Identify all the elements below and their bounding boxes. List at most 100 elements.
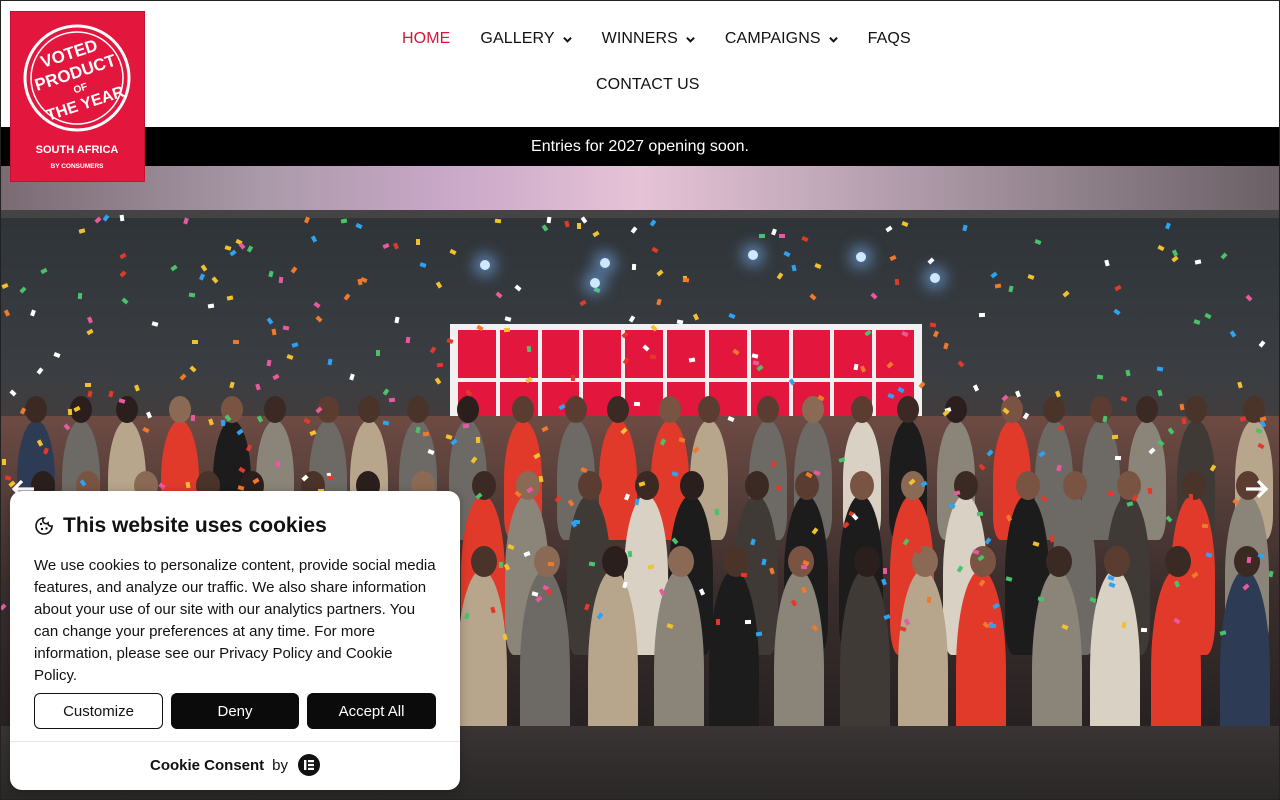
crowd-person-head	[744, 471, 769, 500]
confetti-piece	[192, 340, 199, 345]
confetti-piece	[745, 619, 752, 624]
confetti-piece	[1126, 500, 1134, 507]
confetti-piece	[220, 420, 225, 427]
confetti-piece	[715, 619, 720, 626]
confetti-piece	[67, 409, 73, 416]
confetti-piece	[1181, 418, 1187, 425]
nav-item-label: WINNERS	[601, 30, 678, 47]
chevron-down-icon	[828, 36, 838, 43]
confetti-piece	[388, 397, 396, 403]
confetti-piece	[526, 345, 532, 353]
nav-item-winners[interactable]: WINNERS	[602, 30, 695, 48]
nav-item-campaigns[interactable]: CAMPAIGNS	[725, 30, 838, 48]
confetti-piece	[85, 382, 92, 387]
chevron-down-icon	[562, 36, 572, 43]
crowd-person-head	[512, 396, 535, 423]
crowd-person-head	[679, 471, 704, 500]
hero-ceiling	[0, 166, 1280, 210]
stage-light	[856, 252, 866, 262]
confetti-piece	[1097, 374, 1104, 380]
nav-item-label: HOME	[402, 30, 451, 47]
site-logo[interactable]: VOTED PRODUCT OF THE YEAR SOUTH AFRICA B…	[10, 11, 145, 182]
crowd-person-head	[357, 396, 380, 423]
crowd-person-head	[24, 396, 47, 423]
confetti-piece	[504, 327, 511, 332]
confetti-piece	[771, 460, 777, 468]
crowd-person-head	[896, 396, 919, 423]
stage-light	[748, 250, 758, 260]
site-header: VOTED PRODUCT OF THE YEAR SOUTH AFRICA B…	[0, 0, 1280, 182]
crowd-person-head	[849, 471, 874, 500]
banner-award-tile	[583, 330, 622, 378]
confetti-piece	[1179, 403, 1185, 411]
crowd-person-head	[1135, 396, 1158, 423]
confetti-piece	[271, 328, 277, 336]
chevron-down-icon	[686, 36, 695, 43]
crowd-person-head	[263, 396, 286, 423]
confetti-piece	[494, 218, 502, 224]
logo-region: SOUTH AFRICA	[36, 144, 119, 156]
confetti-piece	[327, 475, 334, 481]
confetti-piece	[416, 238, 421, 245]
confetti-piece	[489, 606, 496, 614]
confetti-piece	[1114, 456, 1121, 461]
confetti-piece	[894, 278, 900, 285]
stage-light	[930, 273, 940, 283]
banner-award-tile	[667, 330, 705, 378]
confetti-piece	[188, 292, 195, 298]
arrow-right-icon	[1246, 479, 1269, 499]
confetti-piece	[119, 214, 125, 222]
cookie-description: We use cookies to personalize content, p…	[34, 557, 436, 684]
crowd-person-head	[1181, 471, 1206, 500]
crowd-person-head	[602, 546, 629, 577]
banner-award-tile	[458, 330, 496, 378]
stage-light	[590, 278, 600, 288]
banner-award-tile	[625, 330, 664, 378]
nav-item-gallery[interactable]: GALLERY	[480, 30, 572, 48]
slider-next-button[interactable]	[1244, 478, 1270, 500]
confetti-piece	[2, 458, 7, 466]
deny-button[interactable]: Deny	[171, 693, 299, 729]
crowd-person-head	[533, 546, 560, 577]
crowd-person-head	[1045, 546, 1072, 577]
confetti-piece	[77, 293, 83, 300]
crowd-person-head	[658, 396, 681, 423]
nav-item-faqs[interactable]: FAQS	[868, 30, 911, 48]
cookie-divider	[10, 741, 460, 742]
confetti-piece	[741, 572, 748, 578]
confetti-piece	[1111, 434, 1118, 439]
confetti-piece	[207, 303, 215, 309]
confetti-piece	[882, 568, 888, 575]
confetti-piece	[633, 401, 640, 407]
confetti-piece	[1037, 596, 1045, 602]
cookie-footer[interactable]: Cookie Consent by	[10, 754, 460, 776]
confetti-piece	[1202, 523, 1209, 529]
banner-award-tile	[499, 330, 538, 378]
crowd-person-head	[456, 396, 479, 423]
confetti-piece	[588, 561, 596, 567]
announcement-text: Entries for 2027 opening soon.	[531, 137, 749, 155]
crowd-person-head	[1184, 396, 1207, 423]
customize-button[interactable]: Customize	[34, 693, 163, 729]
confetti-piece	[1107, 490, 1114, 495]
nav-item-contact-us[interactable]: CONTACT US	[596, 76, 700, 94]
confetti-piece	[751, 353, 759, 359]
confetti-piece	[649, 354, 657, 360]
confetti-piece	[576, 222, 581, 229]
crowd-person-head	[853, 546, 880, 577]
crowd-person-head	[578, 471, 603, 500]
confetti-piece	[571, 374, 576, 381]
confetti-piece	[498, 561, 503, 569]
banner-award-tile	[541, 330, 580, 378]
nav-item-home[interactable]: HOME	[402, 30, 450, 48]
elementor-logo-icon	[298, 754, 321, 776]
confetti-piece	[631, 263, 636, 270]
accept-all-button[interactable]: Accept All	[307, 693, 436, 729]
confetti-piece	[190, 415, 195, 422]
confetti-piece	[1125, 369, 1131, 377]
cookie-footer-by: by	[272, 756, 289, 774]
confetti-piece	[185, 481, 191, 489]
confetti-piece	[436, 362, 443, 368]
confetti-piece	[275, 461, 280, 468]
confetti-piece	[1147, 487, 1153, 494]
